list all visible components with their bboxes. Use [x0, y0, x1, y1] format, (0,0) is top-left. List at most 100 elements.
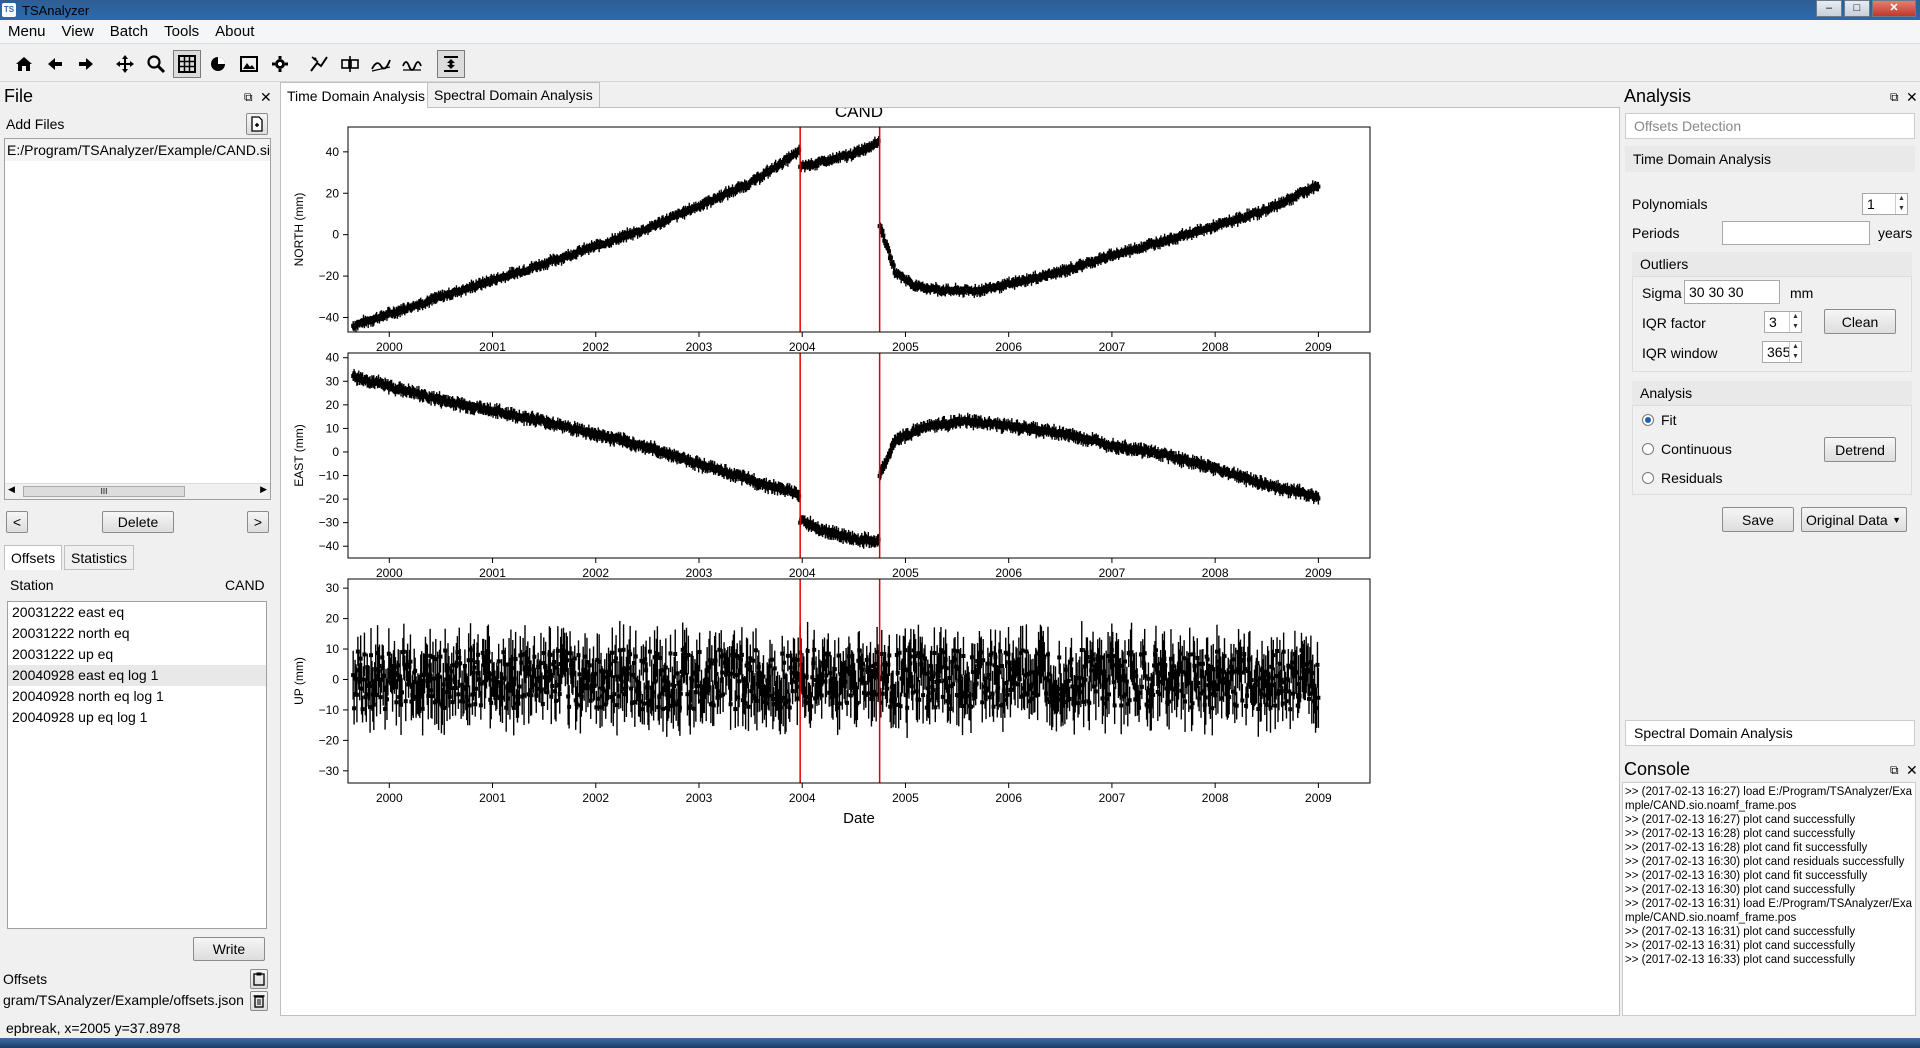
next-file-button[interactable]: >: [247, 511, 269, 533]
data-marker: [1316, 496, 1321, 501]
offset-list-item[interactable]: 20031222 east eq: [8, 602, 266, 623]
offset-list-item[interactable]: 20040928 up eq log 1: [8, 707, 266, 728]
file-list[interactable]: E:/Program/TSAnalyzer/Example/CAND.sio ◀…: [4, 138, 271, 500]
delete-offsets-button[interactable]: [250, 991, 268, 1011]
time-series-figure[interactable]: CAND −40 −20 0 20 40 2000 2001 2002 2003 2004 2005 2…: [281, 102, 1619, 1015]
home-icon[interactable]: [10, 50, 38, 78]
data-marker: [489, 700, 494, 705]
data-marker: [369, 653, 374, 658]
offset-icon[interactable]: [336, 50, 364, 78]
y-tick-label: 40: [326, 351, 340, 365]
add-files-button[interactable]: [246, 113, 268, 135]
offset-list-item[interactable]: 20031222 up eq: [8, 644, 266, 665]
x-tick-label: 2001: [479, 566, 506, 580]
data-marker: [413, 668, 418, 673]
pan-icon[interactable]: [111, 50, 139, 78]
prev-file-button[interactable]: <: [6, 511, 28, 533]
data-marker: [371, 702, 376, 707]
data-marker: [553, 698, 558, 703]
offset-list-item[interactable]: 20040928 north eq log 1: [8, 686, 266, 707]
minimize-button[interactable]: –: [1816, 0, 1842, 17]
data-marker: [513, 657, 518, 662]
image-icon[interactable]: [235, 50, 263, 78]
close-dock-icon[interactable]: ✕: [260, 89, 272, 106]
offsets-list[interactable]: 20031222 east eq 20031222 north eq 2003122…: [7, 601, 267, 929]
back-arrow-icon[interactable]: [41, 50, 69, 78]
file-list-item[interactable]: E:/Program/TSAnalyzer/Example/CAND.sio: [5, 139, 270, 161]
x-tick-label: 2004: [789, 566, 816, 580]
data-marker: [384, 697, 389, 702]
menu-item-about[interactable]: About: [207, 23, 262, 40]
zoom-icon[interactable]: [142, 50, 170, 78]
y-tick-label: 10: [326, 421, 340, 435]
data-series: [351, 368, 1321, 549]
data-marker: [887, 249, 892, 254]
y-tick-label: −40: [319, 311, 340, 325]
x-tick-label: 2004: [789, 340, 816, 354]
open-offsets-button[interactable]: [250, 969, 268, 989]
menu-item-batch[interactable]: Batch: [102, 23, 156, 40]
residual-icon[interactable]: [398, 50, 426, 78]
export-icon[interactable]: [437, 49, 465, 78]
data-marker: [612, 692, 617, 697]
data-marker: [362, 652, 367, 657]
data-marker: [478, 703, 483, 708]
data-marker: [567, 704, 572, 709]
app-logo-icon: TS: [2, 3, 16, 17]
data-marker: [633, 654, 638, 659]
toolbar: [0, 46, 1920, 82]
float-dock-icon[interactable]: ⧉: [244, 90, 253, 105]
trash-icon: [253, 995, 265, 1008]
file-list-scrollbar[interactable]: ◀ III ▶: [5, 483, 270, 499]
tab-spectral-domain[interactable]: Spectral Domain Analysis: [427, 82, 600, 108]
offset-list-item[interactable]: 20040928 east eq log 1: [8, 665, 266, 686]
remove-outliers-icon[interactable]: [305, 50, 333, 78]
x-tick-label: 2009: [1305, 566, 1332, 580]
x-tick-label: 2003: [686, 340, 713, 354]
maximize-button[interactable]: □: [1844, 0, 1870, 17]
pie-icon[interactable]: [204, 50, 232, 78]
add-files-label: Add Files: [6, 116, 65, 132]
x-tick-label: 2005: [892, 340, 919, 354]
data-marker: [557, 691, 562, 696]
close-window-button[interactable]: ✕: [1872, 0, 1916, 17]
y-tick-label: −10: [319, 469, 340, 483]
gear-icon[interactable]: [266, 50, 294, 78]
data-marker: [401, 649, 406, 654]
offset-list-item[interactable]: 20031222 north eq: [8, 623, 266, 644]
offsets-file-path[interactable]: gram/TSAnalyzer/Example/offsets.json: [3, 992, 245, 1008]
data-marker: [467, 703, 472, 708]
menu-item-menu[interactable]: Menu: [0, 23, 54, 40]
y-tick-label: 0: [332, 445, 339, 459]
data-marker: [673, 652, 678, 657]
fit-icon[interactable]: [367, 50, 395, 78]
data-marker: [408, 659, 413, 664]
menu-item-view[interactable]: View: [54, 23, 102, 40]
data-marker: [642, 701, 647, 706]
offsets-file-label: Offsets: [3, 971, 48, 987]
data-marker: [686, 652, 691, 657]
menu-bar: Menu View Batch Tools About: [0, 20, 1920, 44]
file-dock-title: File: [4, 86, 34, 106]
grid-icon[interactable]: [173, 49, 201, 78]
data-marker: [663, 665, 668, 670]
tab-time-domain[interactable]: Time Domain Analysis: [280, 82, 432, 108]
plot-area: CAND −40 −20 0 20 40 2000 2001 2002 2003 2004 2005 2…: [280, 102, 1620, 1016]
scroll-right-icon[interactable]: ▶: [260, 484, 267, 495]
scroll-left-icon[interactable]: ◀: [8, 484, 15, 495]
data-marker: [881, 233, 886, 238]
data-marker: [565, 658, 570, 663]
data-marker: [540, 701, 545, 706]
forward-arrow-icon[interactable]: [72, 50, 100, 78]
delete-button[interactable]: Delete: [102, 511, 174, 533]
scroll-thumb[interactable]: III: [23, 486, 185, 497]
data-marker: [354, 692, 359, 697]
data-marker: [888, 449, 893, 454]
data-marker: [394, 700, 399, 705]
data-marker: [614, 656, 619, 661]
write-button[interactable]: Write: [193, 937, 265, 961]
menu-item-tools[interactable]: Tools: [156, 23, 207, 40]
tab-offsets[interactable]: Offsets: [4, 545, 63, 570]
x-tick-label: 2006: [995, 566, 1022, 580]
tab-statistics[interactable]: Statistics: [64, 545, 135, 570]
